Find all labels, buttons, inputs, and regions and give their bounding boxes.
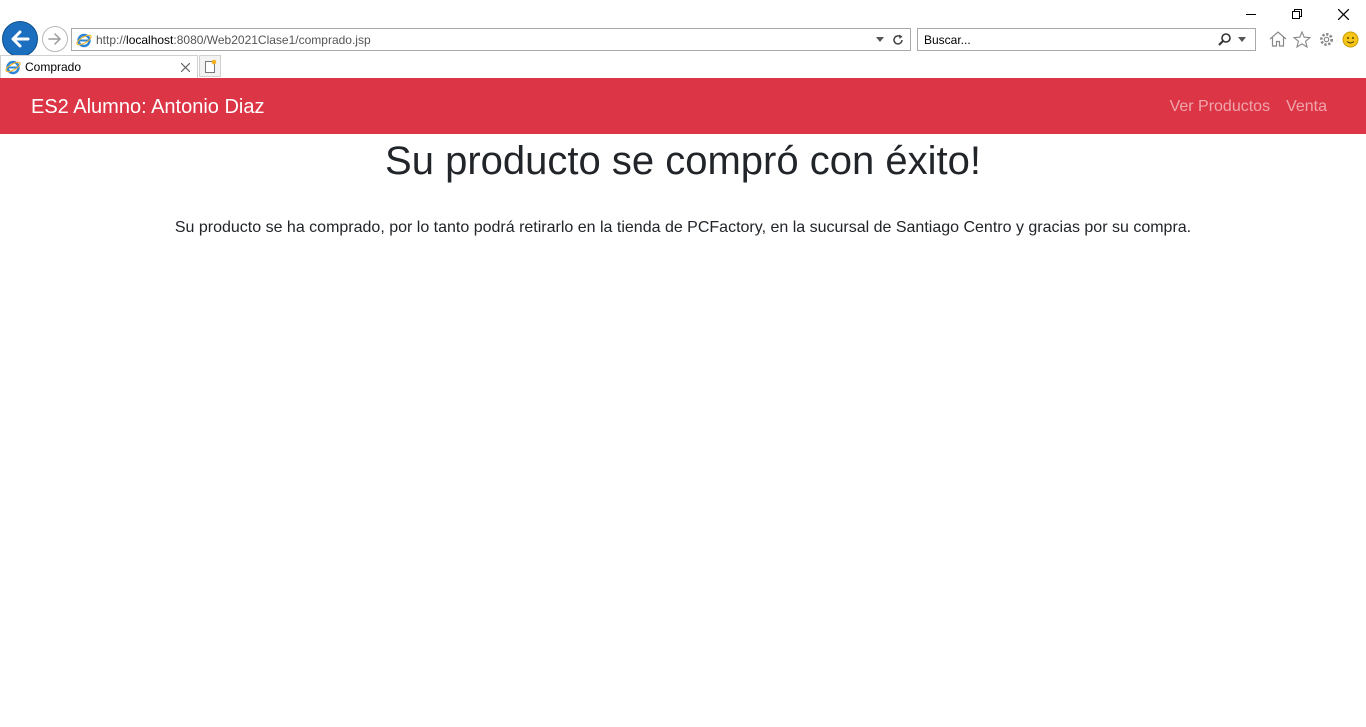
restore-icon (1292, 9, 1302, 19)
close-icon (1337, 8, 1349, 20)
close-window-button[interactable] (1320, 0, 1366, 28)
dropdown-icon (1238, 37, 1246, 42)
address-bar[interactable]: http://localhost:8080/Web2021Clase1/comp… (71, 28, 911, 51)
home-button[interactable] (1266, 28, 1290, 50)
favorites-button[interactable] (1290, 28, 1314, 50)
back-button[interactable] (2, 21, 38, 57)
smiley-feedback-icon (1342, 31, 1358, 47)
restore-button[interactable] (1274, 0, 1320, 28)
url-text[interactable]: http://localhost:8080/Web2021Clase1/comp… (96, 33, 871, 47)
dropdown-icon (876, 37, 884, 42)
tab-title: Comprado (25, 60, 82, 74)
navbar-links: Ver Productos Venta (1154, 97, 1327, 117)
search-button[interactable] (1215, 30, 1233, 50)
search-icon (1217, 33, 1231, 46)
refresh-button[interactable] (889, 30, 907, 50)
tab-comprado[interactable]: Comprado (0, 55, 198, 78)
navbar: ES2 Alumno: Antonio Diaz Ver Productos V… (0, 78, 1366, 134)
new-tab-icon (205, 59, 217, 73)
minimize-button[interactable] (1228, 0, 1274, 28)
toolbar-right (1266, 28, 1362, 50)
tab-close-button[interactable] (177, 59, 193, 75)
forward-arrow-icon (48, 33, 61, 45)
search-dropdown-button[interactable] (1233, 30, 1251, 50)
new-tab-button[interactable] (199, 55, 221, 77)
feedback-button[interactable] (1338, 28, 1362, 50)
ie-logo-icon (5, 59, 21, 75)
url-host: localhost (126, 32, 174, 47)
nav-link-ver-productos[interactable]: Ver Productos (1170, 97, 1271, 117)
address-dropdown-button[interactable] (871, 30, 889, 50)
settings-gear-icon (1319, 32, 1333, 46)
refresh-icon (893, 34, 903, 45)
search-input[interactable] (918, 30, 1215, 49)
search-box[interactable] (917, 28, 1256, 51)
settings-button[interactable] (1314, 28, 1338, 50)
forward-button[interactable] (42, 26, 68, 52)
minimize-icon (1246, 14, 1256, 15)
browser-chrome: http://localhost:8080/Web2021Clase1/comp… (0, 0, 1366, 78)
url-path: :8080/Web2021Clase1/comprado.jsp (173, 32, 371, 47)
window-controls (1228, 0, 1366, 28)
ie-logo-icon (76, 32, 92, 48)
url-prefix: http:// (96, 32, 127, 47)
navbar-brand[interactable]: ES2 Alumno: Antonio Diaz (31, 95, 264, 119)
purchase-message: Su producto se ha comprado, por lo tanto… (174, 219, 1192, 236)
home-icon (1269, 31, 1287, 47)
favorites-star-icon (1293, 30, 1311, 48)
page-title: Su producto se compró con éxito! (385, 139, 981, 183)
nav-link-venta[interactable]: Venta (1286, 97, 1327, 117)
back-arrow-icon (11, 30, 30, 48)
close-icon (180, 62, 190, 72)
